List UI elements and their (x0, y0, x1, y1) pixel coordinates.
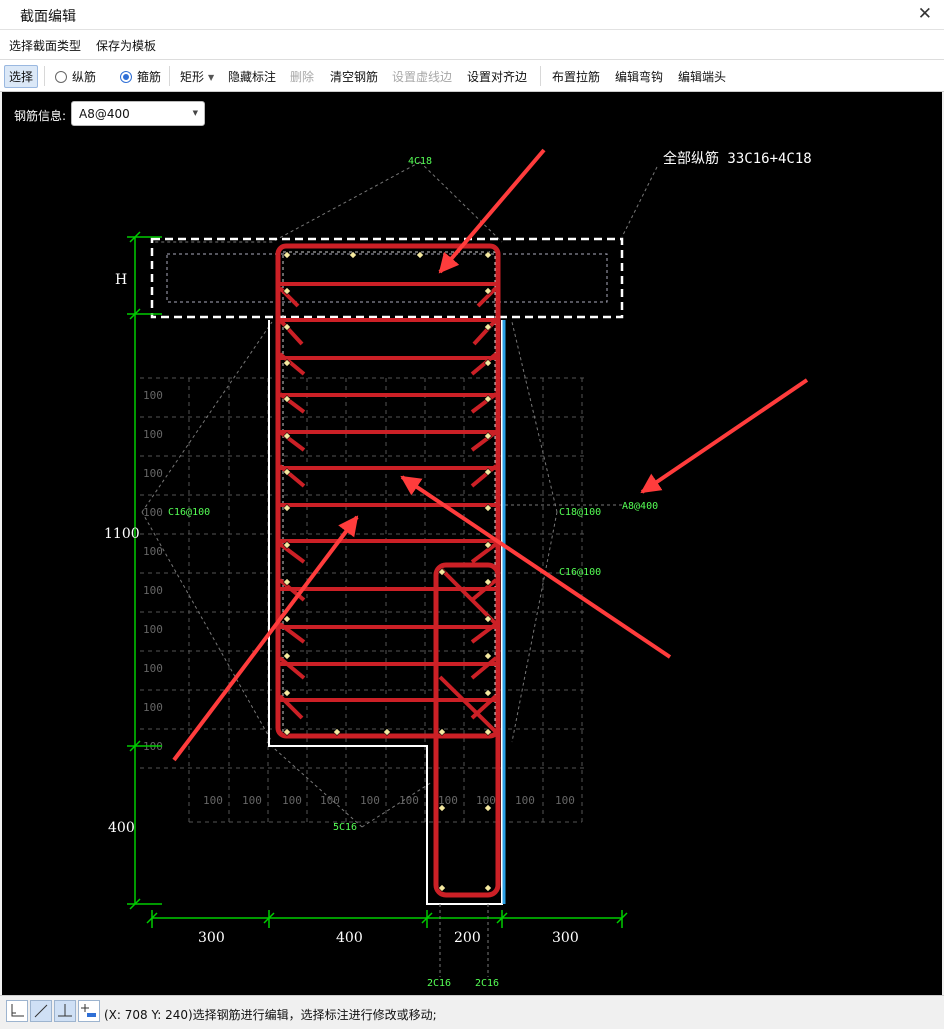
arrow-2 (640, 378, 809, 494)
rebar-point (416, 251, 424, 259)
toolbar-separator (44, 66, 45, 86)
grid-label: 100 (203, 794, 223, 807)
edit-end-button[interactable]: 编辑端头 (678, 68, 726, 85)
menu-save-as-template[interactable]: 保存为模板 (96, 37, 156, 54)
grid-label: 100 (143, 506, 163, 519)
rebar-point (283, 652, 291, 660)
set-align-edge-button[interactable]: 设置对齐边 (467, 68, 527, 85)
rebar-point (283, 251, 291, 259)
grid-label: 100 (143, 584, 163, 597)
tie-hook (278, 430, 306, 452)
edit-hook-button[interactable]: 编辑弯钩 (615, 68, 663, 85)
grid-label: 100 (143, 467, 163, 480)
grid-label: 100 (476, 794, 496, 807)
toolbar-separator (169, 66, 170, 86)
dim-h-label[interactable]: H (115, 272, 127, 288)
dim-400-label[interactable]: 400 (108, 820, 135, 836)
menu-bar: 选择截面类型 保存为模板 (0, 30, 944, 60)
radio-longitudinal-label: 纵筋 (72, 70, 97, 84)
callout-bottom-left[interactable]: 2C16 (427, 978, 451, 989)
callout-right-2[interactable]: C16@100 (559, 567, 601, 578)
tie-hook (278, 542, 306, 564)
chevron-down-icon: ▼ (208, 73, 215, 82)
delete-button[interactable]: 删除 (290, 68, 314, 85)
rebar-point (484, 689, 492, 697)
arrow-4 (172, 515, 359, 762)
grid-label: 100 (143, 428, 163, 441)
tie-hook (472, 318, 498, 346)
grid-label: 100 (143, 662, 163, 675)
shape-dropdown-label: 矩形 (180, 70, 205, 84)
callout-right-1[interactable]: C18@100 (559, 507, 601, 518)
grid-label: 100 (143, 623, 163, 636)
select-button[interactable]: 选择 (4, 65, 39, 88)
total-rebar-label[interactable]: 全部纵筋 33C16+4C18 (663, 150, 812, 167)
grid-label: 100 (438, 794, 458, 807)
radio-off-icon (55, 71, 67, 83)
tie-hook (470, 542, 498, 564)
radio-stirrup[interactable]: 箍筋 (120, 68, 161, 85)
radio-stirrup-label: 箍筋 (137, 70, 162, 84)
tie-hook (470, 430, 498, 452)
grid-label: 100 (555, 794, 575, 807)
grid-label: 100 (399, 794, 419, 807)
callout-stirrup[interactable]: A8@400 (622, 501, 658, 512)
rebar-info-value: A8@400 (79, 107, 130, 121)
grid-labels: 100 100 100 100 100 100 100 100 100 100 100 100 100 1… (143, 389, 575, 807)
dim-bottom-300b[interactable]: 300 (552, 930, 579, 946)
drawing-canvas[interactable]: 100 100 100 100 100 100 100 100 100 100 100 100 100 1… (2, 92, 942, 995)
rebar-point (484, 251, 492, 259)
dim-bottom-300a[interactable]: 300 (198, 930, 225, 946)
grid-label: 100 (143, 545, 163, 558)
status-bar: (X: 708 Y: 240)选择钢筋进行编辑，选择标注进行修改或移动; (0, 995, 944, 1029)
callout-bottom-right[interactable]: 2C16 (475, 978, 499, 989)
status-text: (X: 708 Y: 240)选择钢筋进行编辑，选择标注进行修改或移动; (104, 1008, 437, 1022)
place-tie-button[interactable]: 布置拉筋 (552, 68, 600, 85)
grid-label: 100 (242, 794, 262, 807)
perpendicular-icon[interactable] (54, 1000, 76, 1022)
rebar-info-select[interactable]: A8@400 ▼ (71, 101, 205, 126)
callout-top[interactable]: 4C18 (408, 156, 432, 167)
tie-hook (470, 656, 498, 680)
rebar-point (283, 689, 291, 697)
grid-label: 100 (320, 794, 340, 807)
hide-dims-button[interactable]: 隐藏标注 (228, 68, 276, 85)
rebar-point (484, 884, 492, 892)
grid-label: 100 (282, 794, 302, 807)
stirrups[interactable] (275, 243, 501, 898)
rebar-info-label: 钢筋信息: (14, 109, 67, 123)
section-drawing[interactable]: 100100100100100100100100100100100 100 100 1… (2, 92, 942, 995)
line-icon[interactable] (30, 1000, 52, 1022)
orthogonal-icon[interactable] (6, 1000, 28, 1022)
clear-rebar-button[interactable]: 清空钢筋 (330, 68, 378, 85)
toolbar-separator (540, 66, 541, 86)
background-grid (140, 377, 584, 823)
dim-bottom-400[interactable]: 400 (336, 930, 363, 946)
grid-label: 100 (360, 794, 380, 807)
callout-bottom[interactable]: 5C16 (333, 822, 357, 833)
rebar-point (484, 652, 492, 660)
rebar-point (349, 251, 357, 259)
chevron-down-icon: ▼ (192, 109, 198, 117)
set-dashed-edge-button[interactable]: 设置虚线边 (392, 68, 452, 85)
dim-1100-label[interactable]: 1100 (104, 526, 140, 542)
tie-hook (278, 656, 306, 680)
callout-left[interactable]: C16@100 (168, 507, 210, 518)
radio-longitudinal[interactable]: 纵筋 (55, 68, 96, 85)
grid-label: 100 (143, 701, 163, 714)
grid-label: 100 (143, 389, 163, 402)
shape-dropdown[interactable]: 矩形 ▼ (180, 68, 214, 85)
title-bar: 截面编辑 ✕ (0, 0, 944, 30)
close-icon[interactable]: ✕ (918, 4, 932, 24)
menu-select-section-type[interactable]: 选择截面类型 (9, 37, 81, 54)
toolbar: 选择 纵筋 箍筋 矩形 ▼ 隐藏标注 删除 清空钢筋 设置虚线边 设置对齐边 布置… (0, 60, 944, 92)
window-title: 截面编辑 (20, 9, 76, 25)
add-point-icon[interactable] (78, 1000, 100, 1022)
dim-bottom-200[interactable]: 200 (454, 930, 481, 946)
grid-label: 100 (515, 794, 535, 807)
radio-on-icon (120, 71, 132, 83)
